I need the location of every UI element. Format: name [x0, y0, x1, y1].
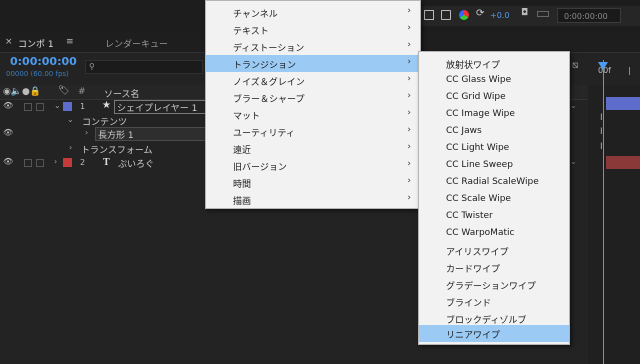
playhead-handle[interactable]	[598, 62, 608, 70]
submenu-item[interactable]: CC Jaws	[419, 123, 569, 140]
submenu-item[interactable]: グラデーションワイプ	[419, 276, 569, 293]
camera-icon[interactable]: ◘	[521, 8, 531, 18]
text-T-icon: T	[103, 157, 110, 168]
submenu-arrow-icon: ›	[407, 176, 411, 186]
submenu-item[interactable]: カードワイプ	[419, 259, 569, 276]
transition-submenu: 放射状ワイプ CC Glass Wipe CC Grid Wipe CC Ima…	[418, 51, 570, 345]
collapse-chevron-icon[interactable]: ›	[54, 157, 57, 166]
frame-rate: 00000 (60.00 fps)	[6, 70, 69, 78]
effects-menu: チャンネル › テキスト › ディストーション › トランジション › ノイズ＆グレイン…	[205, 0, 421, 209]
layer-duration-bar[interactable]	[606, 156, 640, 169]
submenu-item[interactable]: CC Light Wipe	[419, 140, 569, 157]
collapse-chevron-icon[interactable]: ›	[85, 128, 88, 137]
menu-item[interactable]: マット ›	[206, 106, 420, 123]
layer-number: 1	[80, 102, 86, 111]
menu-item[interactable]: 旧バージョン ›	[206, 157, 420, 174]
menu-item[interactable]: チャンネル ›	[206, 4, 420, 21]
submenu-item[interactable]: 放射状ワイプ	[419, 55, 569, 72]
submenu-item[interactable]: CC WarpoMatic	[419, 225, 569, 242]
submenu-arrow-icon: ›	[407, 125, 411, 135]
menu-item[interactable]: ブラー＆シャープ ›	[206, 89, 420, 106]
time-ruler[interactable]: 00f	[588, 53, 640, 85]
av-switch-icons: ◉🔈●🔒	[3, 87, 42, 97]
label-color-swatch[interactable]	[63, 102, 72, 111]
submenu-arrow-icon: ›	[407, 142, 411, 152]
label-icon: 🏷	[58, 86, 70, 96]
menu-item[interactable]: 時間 ›	[206, 174, 420, 191]
star-icon: ★	[102, 100, 111, 111]
submenu-item-linear-wipe[interactable]: リニアワイプ	[419, 325, 569, 342]
layer-name[interactable]: ぷいろぐ	[118, 157, 154, 170]
submenu-item[interactable]: CC Radial ScaleWipe	[419, 174, 569, 191]
submenu-item[interactable]: CC Glass Wipe	[419, 72, 569, 89]
expand-chevron-icon[interactable]: ⌄	[54, 101, 61, 110]
label-color-swatch[interactable]	[63, 158, 72, 167]
submenu-arrow-icon: ›	[407, 23, 411, 33]
rectangle-name[interactable]: 長方形 1	[95, 127, 209, 141]
submenu-item[interactable]: CC Line Sweep	[419, 157, 569, 174]
submenu-item[interactable]: アイリスワイプ	[419, 242, 569, 259]
menu-item[interactable]: 遠近 ›	[206, 140, 420, 157]
menu-item[interactable]: テキスト ›	[206, 21, 420, 38]
submenu-arrow-icon: ›	[407, 74, 411, 84]
menu-item[interactable]: 描画 ›	[206, 191, 420, 208]
chevron-down-icon[interactable]: ⌄	[570, 157, 577, 166]
submenu-arrow-icon: ›	[407, 40, 411, 50]
submenu-arrow-icon: ›	[407, 193, 411, 203]
layer-number: 2	[80, 158, 86, 167]
grid-icon[interactable]	[441, 10, 451, 20]
submenu-item[interactable]: CC Twister	[419, 208, 569, 225]
ruler-tick: |	[628, 66, 631, 75]
submenu-arrow-icon: ›	[407, 91, 411, 101]
toggle-icon[interactable]	[537, 11, 549, 17]
submenu-arrow-icon: ›	[407, 159, 411, 169]
layer-duration-bar[interactable]	[606, 97, 640, 110]
tab-comp[interactable]: コンポ 1	[18, 37, 54, 50]
solo-box[interactable]	[24, 103, 32, 111]
collapse-chevron-icon[interactable]: ›	[69, 143, 72, 152]
submenu-item[interactable]: ブラインド	[419, 293, 569, 310]
region-icon[interactable]	[424, 10, 434, 20]
layer-name[interactable]: シェイプレイヤー 1	[114, 100, 206, 114]
menu-item[interactable]: ユーティリティ ›	[206, 123, 420, 140]
search-icon: ⚲	[89, 62, 95, 71]
exposure-icon[interactable]: ⟳	[476, 8, 486, 19]
time-display[interactable]: 0:00:00:00	[557, 8, 621, 23]
submenu-item[interactable]: CC Grid Wipe	[419, 89, 569, 106]
eye-icon[interactable]: 👁	[3, 157, 13, 166]
lock-box[interactable]	[36, 103, 44, 111]
submenu-arrow-icon: ›	[407, 108, 411, 118]
tab-menu-icon[interactable]: ≡	[66, 37, 74, 47]
submenu-item[interactable]: CC Image Wipe	[419, 106, 569, 123]
submenu-arrow-icon: ›	[407, 6, 411, 16]
chevron-down-icon[interactable]: ⌄	[570, 101, 577, 110]
exposure-value[interactable]: +0.0	[490, 11, 509, 20]
comp-flowchart-icon[interactable]: ⧅	[572, 60, 578, 71]
close-tab-icon[interactable]: ×	[5, 37, 13, 47]
menu-item-transition[interactable]: トランジション ›	[206, 55, 420, 72]
eye-icon[interactable]: 👁	[3, 128, 13, 137]
submenu-item[interactable]: CC Scale Wipe	[419, 191, 569, 208]
menu-item[interactable]: ノイズ＆グレイン ›	[206, 72, 420, 89]
playhead-line[interactable]	[603, 60, 604, 364]
submenu-arrow-icon: ›	[407, 57, 411, 67]
eye-icon[interactable]: 👁	[3, 101, 13, 110]
column-number: #	[78, 87, 86, 97]
layer-search-input[interactable]: ⚲	[85, 60, 203, 74]
tab-render-queue[interactable]: レンダーキュー	[105, 37, 168, 50]
lock-box[interactable]	[36, 159, 44, 167]
current-time[interactable]: 0:00:00:00	[10, 55, 77, 68]
menu-item[interactable]: ディストーション ›	[206, 38, 420, 55]
color-channel-icon[interactable]	[459, 10, 469, 20]
solo-box[interactable]	[24, 159, 32, 167]
expand-chevron-icon[interactable]: ⌄	[67, 115, 74, 124]
